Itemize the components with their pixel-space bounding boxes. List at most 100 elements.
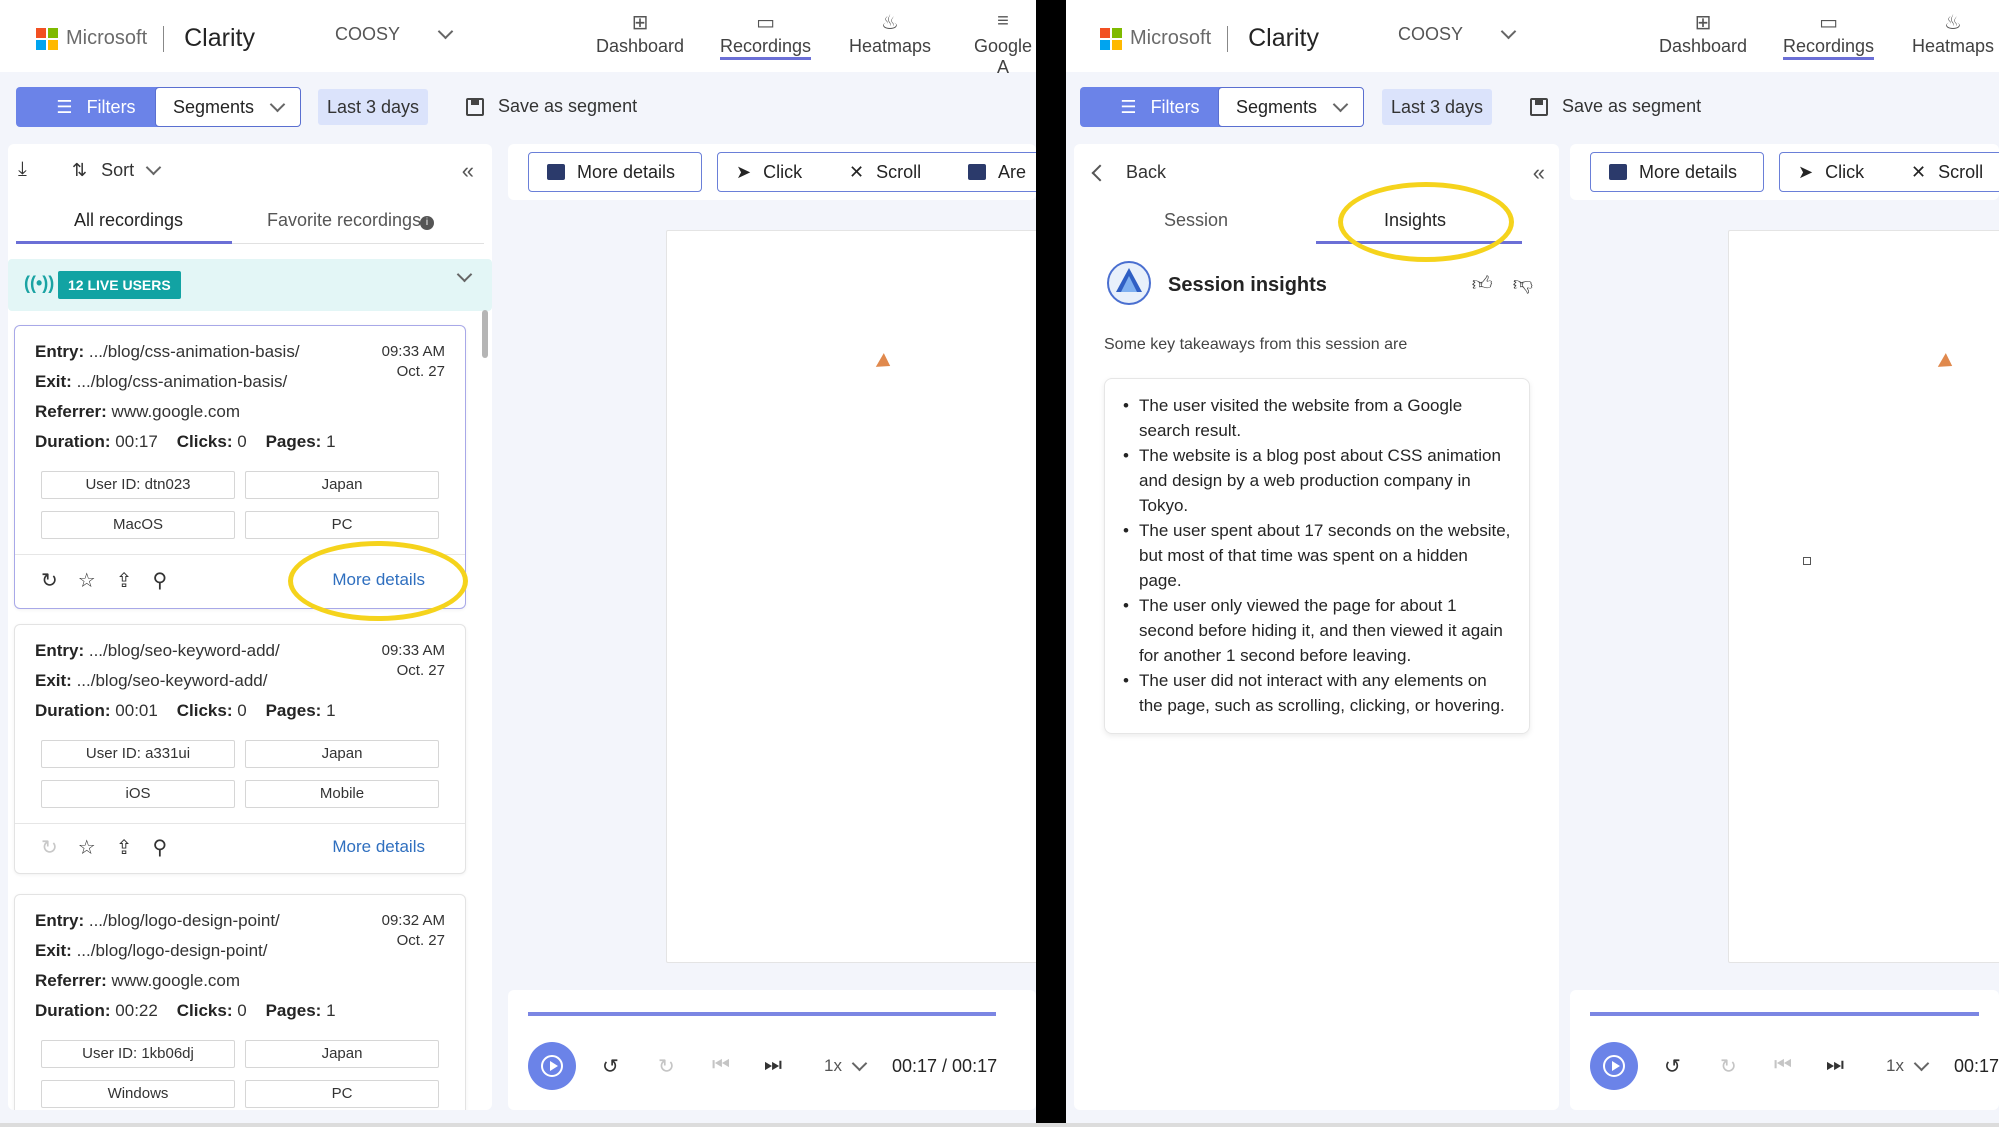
segments-dropdown[interactable]: Segments xyxy=(155,87,301,127)
back-button[interactable]: Back xyxy=(1091,162,1166,183)
project-selector[interactable]: COOSY xyxy=(1398,23,1517,45)
click-heatmap-button[interactable]: ➤ Click xyxy=(717,152,832,192)
next-icon[interactable]: ⏭ xyxy=(1826,1054,1844,1077)
date-range-button[interactable]: Last 3 days xyxy=(1382,89,1492,125)
insight-item: The user only viewed the page for about … xyxy=(1123,593,1511,668)
pages-label: Pages: xyxy=(265,701,322,720)
project-selector[interactable]: COOSY xyxy=(335,23,454,45)
device-chip: PC xyxy=(245,1080,439,1108)
recording-card[interactable]: Entry: .../blog/logo-design-point/ Exit:… xyxy=(14,894,466,1110)
brand[interactable]: Microsoft Clarity xyxy=(1100,24,1319,53)
user-icon[interactable]: ⚲ xyxy=(152,568,167,593)
top-nav: Microsoft Clarity COOSY ⊞ Dashboard ▭ Re… xyxy=(1066,0,1999,72)
user-icon[interactable]: ⚲ xyxy=(152,835,167,860)
rewind-10-icon[interactable]: ↺ xyxy=(602,1054,619,1079)
referrer-value: www.google.com xyxy=(111,402,241,421)
thumbs-down-icon[interactable]: 👎︎ xyxy=(1513,272,1533,296)
play-button[interactable] xyxy=(1590,1042,1638,1090)
country-chip: Japan xyxy=(245,471,439,499)
insight-item: The user spent about 17 seconds on the w… xyxy=(1123,518,1511,593)
card-divider xyxy=(15,823,465,824)
clicks-label: Clicks: xyxy=(176,1001,233,1020)
exit-label: Exit: xyxy=(35,671,72,690)
nav-recordings[interactable]: ▭ Recordings xyxy=(720,10,812,60)
thumbs-up-icon[interactable]: 👍︎ xyxy=(1472,272,1493,296)
brand[interactable]: Microsoft Clarity xyxy=(36,24,255,53)
pages-value: 1 xyxy=(326,432,336,451)
scroll-heatmap-button[interactable]: ✕ Scroll xyxy=(1893,152,1999,192)
nav-label: Google A xyxy=(973,36,1033,77)
more-details-button[interactable]: More details xyxy=(528,152,702,192)
recordings-list-panel: ⤓ ⇅ Sort « All recordings Favorite recor… xyxy=(8,144,492,1110)
nav-label: Heatmaps xyxy=(849,36,932,56)
save-segment-button[interactable]: Save as segment xyxy=(1530,96,1701,117)
recording-canvas[interactable] xyxy=(1728,230,1999,963)
date-range-button[interactable]: Last 3 days xyxy=(318,89,428,125)
play-button[interactable] xyxy=(528,1042,576,1090)
scroll-heatmap-button[interactable]: ✕ Scroll xyxy=(831,152,951,192)
broadcast-icon: ((•)) xyxy=(24,273,55,293)
collapse-panel-icon[interactable]: « xyxy=(462,158,474,184)
replay-icon[interactable]: ↻ xyxy=(41,568,58,593)
save-segment-button[interactable]: Save as segment xyxy=(466,96,637,117)
star-icon[interactable]: ☆ xyxy=(78,835,96,860)
top-nav: Microsoft Clarity COOSY ⊞ Dashboard ▭ Re… xyxy=(0,0,1036,77)
tab-favorite-recordings[interactable]: Favorite recordings xyxy=(267,210,421,231)
collapse-panel-icon[interactable]: « xyxy=(1533,160,1545,186)
rewind-10-icon[interactable]: ↺ xyxy=(1664,1054,1681,1079)
date-range-label: Last 3 days xyxy=(326,96,420,117)
previous-icon[interactable]: ⏮ xyxy=(712,1054,730,1077)
nav-heatmaps[interactable]: ♨ Heatmaps xyxy=(1912,10,1994,57)
tab-all-recordings[interactable]: All recordings xyxy=(74,210,183,231)
next-icon[interactable]: ⏭ xyxy=(764,1054,782,1077)
pages-value: 1 xyxy=(326,701,336,720)
duration-value: 00:17 xyxy=(115,432,158,451)
exit-row: Exit: .../blog/seo-keyword-add/ xyxy=(35,671,267,691)
chevron-down-icon[interactable] xyxy=(456,266,473,283)
segments-dropdown[interactable]: Segments xyxy=(1218,87,1364,127)
nav-heatmaps[interactable]: ♨ Heatmaps xyxy=(849,10,931,57)
download-icon[interactable]: ⤓ xyxy=(18,158,27,181)
speed-selector[interactable]: 1x xyxy=(824,1055,868,1076)
filters-button[interactable]: ☰ Filters xyxy=(1080,87,1240,127)
list-toolbar: ⤓ ⇅ Sort « xyxy=(18,158,478,188)
star-icon[interactable]: ☆ xyxy=(78,568,96,593)
nav-recordings[interactable]: ▭ Recordings xyxy=(1783,10,1875,60)
replay-icon[interactable]: ↻ xyxy=(41,835,58,860)
previous-icon[interactable]: ⏮ xyxy=(1774,1054,1792,1077)
tab-session[interactable]: Session xyxy=(1164,210,1228,231)
share-icon[interactable]: ⇪ xyxy=(116,568,133,593)
duration-value: 00:22 xyxy=(115,1001,158,1020)
area-heatmap-button[interactable]: Are xyxy=(950,152,1036,192)
playback-time: 00:17 xyxy=(1954,1056,1999,1076)
more-details-button[interactable]: More details xyxy=(1590,152,1764,192)
nav-dashboard[interactable]: ⊞ Dashboard xyxy=(596,10,684,57)
forward-30-icon[interactable]: ↻ xyxy=(658,1054,675,1079)
share-icon[interactable]: ⇪ xyxy=(116,835,133,860)
progress-bar[interactable] xyxy=(1590,1012,1979,1016)
recording-canvas[interactable] xyxy=(666,230,1036,963)
forward-30-icon[interactable]: ↻ xyxy=(1720,1054,1737,1079)
duration-label: Duration: xyxy=(35,432,111,451)
info-icon[interactable]: i xyxy=(420,216,434,230)
filter-bar: ☰ Filters Segments Last 3 days Save as s… xyxy=(1066,84,1999,132)
live-users-bar[interactable]: ((•)) 12 LIVE USERS xyxy=(8,259,492,311)
more-details-link[interactable]: More details xyxy=(332,837,425,857)
speed-selector[interactable]: 1x xyxy=(1886,1055,1930,1076)
click-heatmap-button[interactable]: ➤ Click xyxy=(1779,152,1894,192)
hidden-page-marker xyxy=(1803,557,1811,565)
sort-dropdown[interactable]: ⇅ Sort xyxy=(72,159,162,181)
user-id-chip: User ID: dtn023 xyxy=(41,471,235,499)
area-label: Are xyxy=(998,161,1027,182)
nav-google-analytics[interactable]: ≡ Google A xyxy=(970,10,1036,78)
entry-row: Entry: .../blog/seo-keyword-add/ xyxy=(35,641,280,661)
recording-card[interactable]: Entry: .../blog/seo-keyword-add/ Exit: .… xyxy=(14,624,466,874)
nav-dashboard[interactable]: ⊞ Dashboard xyxy=(1659,10,1747,57)
dashboard-icon: ⊞ xyxy=(1694,12,1712,34)
segments-label: Segments xyxy=(1235,96,1318,117)
filters-button[interactable]: ☰ Filters xyxy=(16,87,176,127)
progress-bar[interactable] xyxy=(528,1012,996,1016)
list-scrollbar[interactable] xyxy=(482,310,488,358)
playback-time: 00:17 / 00:17 xyxy=(892,1056,998,1076)
chevron-down-icon xyxy=(437,23,454,40)
